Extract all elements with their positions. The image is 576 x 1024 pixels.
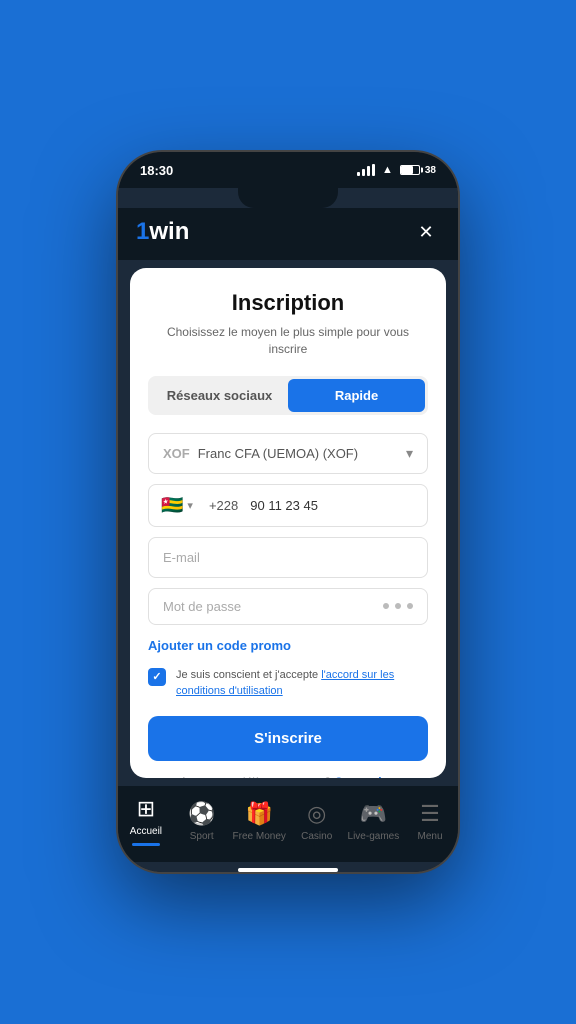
terms-text: Je suis conscient et j'accepte l'accord …: [176, 667, 428, 700]
currency-selector[interactable]: XOF Franc CFA (UEMOA) (XOF) ▾: [148, 433, 428, 474]
password-row: [148, 588, 428, 625]
promo-link[interactable]: Ajouter un code promo: [148, 638, 291, 653]
dot-icon-3: [407, 603, 413, 609]
nav-label-accueil: Accueil: [130, 826, 162, 837]
home-icon: ⊞: [137, 796, 155, 822]
chevron-down-icon: ▾: [406, 445, 413, 462]
nav-item-casino[interactable]: ◎ Casino: [292, 801, 342, 842]
country-selector[interactable]: 🇹🇬 ▾: [161, 495, 193, 516]
nav-label-menu: Menu: [418, 831, 443, 842]
battery-percentage: 38: [425, 165, 436, 176]
dot-icon-1: [383, 603, 389, 609]
status-bar: 18:30 ▲ 38: [118, 152, 458, 188]
currency-name: Franc CFA (UEMOA) (XOF): [198, 446, 406, 461]
tab-social[interactable]: Réseaux sociaux: [151, 379, 288, 412]
login-row: Avez-vous déjà un compte ? Connexion: [148, 775, 428, 778]
login-prompt: Avez-vous déjà un compte ?: [180, 775, 331, 778]
close-button[interactable]: ✕: [412, 218, 440, 246]
nav-label-casino: Casino: [301, 831, 332, 842]
terms-checkbox[interactable]: ✓: [148, 668, 166, 686]
gift-icon: 🎁: [246, 801, 273, 827]
bottom-nav: ⊞ Accueil ⚽ Sport 🎁 Free Money ◎ Casino …: [118, 786, 458, 862]
gamepad-icon: 🎮: [360, 801, 387, 827]
phone-frame: 18:30 ▲ 38 1win ✕ Inscription: [118, 152, 458, 872]
modal-card: Inscription Choisissez le moyen le plus …: [130, 268, 446, 778]
home-indicator: [238, 868, 338, 872]
logo-number: 1: [136, 218, 149, 245]
app-logo: 1win: [136, 218, 189, 246]
nav-item-livegames[interactable]: 🎮 Live-games: [348, 801, 400, 842]
password-icons: [383, 603, 413, 609]
status-icons: ▲ 38: [357, 164, 436, 176]
country-code: +228: [209, 498, 238, 513]
phone-input[interactable]: [250, 498, 426, 513]
flag-chevron-icon: ▾: [187, 499, 193, 512]
app-header: 1win ✕: [118, 208, 458, 260]
active-indicator: [132, 843, 160, 846]
flag-icon: 🇹🇬: [161, 495, 183, 516]
modal-title: Inscription: [148, 290, 428, 316]
notch: [238, 188, 338, 208]
wifi-icon: ▲: [382, 164, 393, 176]
terms-checkbox-row: ✓ Je suis conscient et j'accepte l'accor…: [148, 667, 428, 700]
nav-item-accueil[interactable]: ⊞ Accueil: [121, 796, 171, 846]
nav-label-sport: Sport: [190, 831, 214, 842]
nav-item-menu[interactable]: ☰ Menu: [405, 801, 455, 842]
phone-input-row: 🇹🇬 ▾ +228: [148, 484, 428, 527]
menu-icon: ☰: [420, 801, 440, 827]
nav-label-livegames: Live-games: [348, 831, 400, 842]
signal-icon: [357, 164, 375, 176]
tab-quick[interactable]: Rapide: [288, 379, 425, 412]
tab-row: Réseaux sociaux Rapide: [148, 376, 428, 415]
phone-screen: 18:30 ▲ 38 1win ✕ Inscription: [118, 152, 458, 872]
nav-item-freemoney[interactable]: 🎁 Free Money: [233, 801, 286, 842]
terms-text-prefix: Je suis conscient et j'accepte: [176, 669, 321, 681]
dot-icon-2: [395, 603, 401, 609]
check-icon: ✓: [152, 670, 161, 683]
battery-icon: [400, 165, 420, 175]
casino-icon: ◎: [307, 801, 326, 827]
nav-item-sport[interactable]: ⚽ Sport: [177, 801, 227, 842]
password-input[interactable]: [163, 599, 383, 614]
modal-subtitle: Choisissez le moyen le plus simple pour …: [148, 324, 428, 358]
currency-code: XOF: [163, 446, 190, 461]
logo-text: win: [149, 218, 189, 245]
nav-label-freemoney: Free Money: [233, 831, 286, 842]
email-input[interactable]: [148, 537, 428, 578]
register-button[interactable]: S'inscrire: [148, 716, 428, 761]
login-link[interactable]: Connexion: [334, 775, 396, 778]
status-time: 18:30: [140, 163, 173, 178]
sport-icon: ⚽: [188, 801, 215, 827]
